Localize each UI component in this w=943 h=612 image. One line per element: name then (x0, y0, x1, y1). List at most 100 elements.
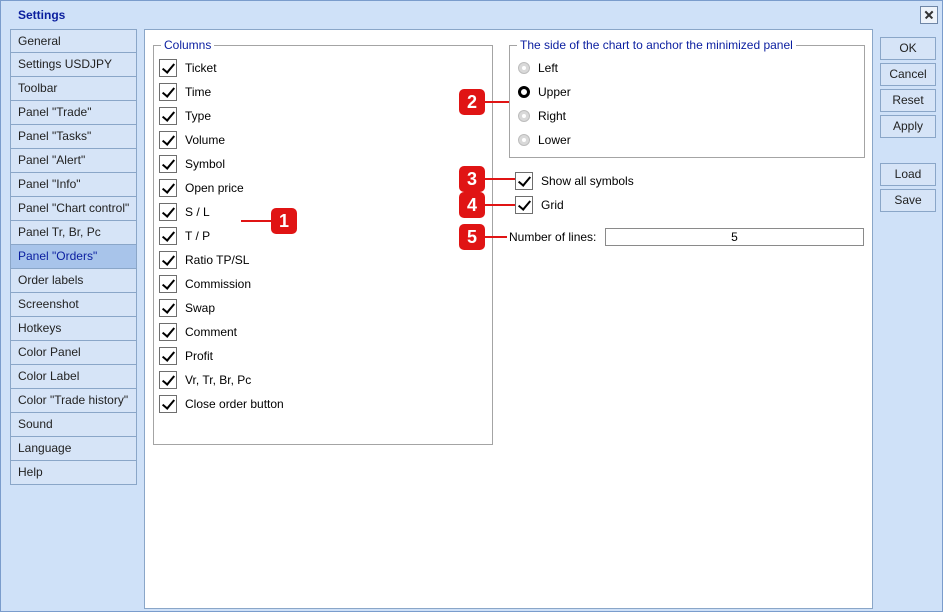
column-option[interactable]: Type (159, 106, 211, 126)
sidebar-item-panel-alert[interactable]: Panel "Alert" (10, 149, 137, 173)
settings-content: Columns The side of the chart to anchor … (144, 29, 873, 609)
marker-1-line (241, 220, 273, 222)
anchor-radio[interactable] (518, 62, 530, 74)
column-label: Close order button (185, 397, 284, 411)
column-option[interactable]: S / L (159, 202, 210, 222)
marker-5-badge: 5 (459, 224, 485, 250)
marker-2-badge: 2 (459, 89, 485, 115)
column-checkbox[interactable] (159, 179, 177, 197)
sidebar-item-help[interactable]: Help (10, 461, 137, 485)
column-label: Profit (185, 349, 214, 363)
column-checkbox[interactable] (159, 131, 177, 149)
grid-label: Grid (541, 198, 564, 212)
anchor-label: Right (538, 109, 567, 123)
apply-button[interactable]: Apply (880, 115, 936, 138)
anchor-radio[interactable] (518, 86, 530, 98)
column-checkbox[interactable] (159, 83, 177, 101)
anchor-radio[interactable] (518, 110, 530, 122)
settings-window: Settings General Settings USDJPY Toolbar… (0, 0, 943, 612)
column-label: T / P (185, 229, 211, 243)
anchor-radio[interactable] (518, 134, 530, 146)
column-checkbox[interactable] (159, 347, 177, 365)
sidebar-item-panel-tasks[interactable]: Panel "Tasks" (10, 125, 137, 149)
number-of-lines-input[interactable]: 5 (605, 228, 864, 246)
column-option[interactable]: Comment (159, 322, 237, 342)
sidebar-item-general[interactable]: General (10, 29, 137, 53)
column-checkbox[interactable] (159, 59, 177, 77)
column-checkbox[interactable] (159, 323, 177, 341)
marker-3-line (485, 178, 515, 180)
column-checkbox[interactable] (159, 275, 177, 293)
marker-4-badge: 4 (459, 192, 485, 218)
grid-checkbox[interactable] (515, 196, 533, 214)
show-all-symbols-option[interactable]: Show all symbols (515, 171, 634, 191)
marker-1-badge: 1 (271, 208, 297, 234)
sidebar-item-settings-usdjpy[interactable]: Settings USDJPY (10, 53, 137, 77)
sidebar-item-sound[interactable]: Sound (10, 413, 137, 437)
sidebar-item-panel-tr-br-pc[interactable]: Panel Tr, Br, Pc (10, 221, 137, 245)
sidebar-item-panel-orders[interactable]: Panel "Orders" (10, 245, 137, 269)
column-option[interactable]: Profit (159, 346, 213, 366)
save-button[interactable]: Save (880, 189, 936, 212)
column-label: Ratio TP/SL (185, 253, 250, 267)
column-option[interactable]: Ratio TP/SL (159, 250, 249, 270)
cancel-button[interactable]: Cancel (880, 63, 936, 86)
sidebar-item-color-label[interactable]: Color Label (10, 365, 137, 389)
column-label: Commission (185, 277, 252, 291)
close-icon[interactable] (920, 6, 938, 24)
column-checkbox[interactable] (159, 227, 177, 245)
column-label: Open price (185, 181, 244, 195)
column-option[interactable]: Volume (159, 130, 225, 150)
column-option[interactable]: Open price (159, 178, 244, 198)
load-button[interactable]: Load (880, 163, 936, 186)
marker-5-line (485, 236, 507, 238)
column-checkbox[interactable] (159, 299, 177, 317)
sidebar-item-hotkeys[interactable]: Hotkeys (10, 317, 137, 341)
marker-2-line (485, 101, 509, 103)
column-label: Volume (185, 133, 226, 147)
reset-button[interactable]: Reset (880, 89, 936, 112)
column-checkbox[interactable] (159, 371, 177, 389)
column-checkbox[interactable] (159, 155, 177, 173)
sidebar-item-screenshot[interactable]: Screenshot (10, 293, 137, 317)
column-label: Comment (185, 325, 238, 339)
column-label: Symbol (185, 157, 226, 171)
column-checkbox[interactable] (159, 203, 177, 221)
show-all-symbols-label: Show all symbols (541, 174, 634, 188)
sidebar-item-color-panel[interactable]: Color Panel (10, 341, 137, 365)
sidebar-item-language[interactable]: Language (10, 437, 137, 461)
column-label: Time (185, 85, 212, 99)
column-option[interactable]: Vr, Tr, Br, Pc (159, 370, 251, 390)
column-option[interactable]: Symbol (159, 154, 225, 174)
column-option[interactable]: Time (159, 82, 211, 102)
column-option[interactable]: Close order button (159, 394, 284, 414)
column-checkbox[interactable] (159, 251, 177, 269)
sidebar: General Settings USDJPY Toolbar Panel "T… (10, 29, 137, 485)
column-label: Type (185, 109, 212, 123)
column-label: Ticket (185, 61, 217, 75)
anchor-option[interactable]: Lower (518, 131, 571, 149)
anchor-label: Lower (538, 133, 571, 147)
anchor-option[interactable]: Left (518, 59, 558, 77)
sidebar-item-order-labels[interactable]: Order labels (10, 269, 137, 293)
anchor-option[interactable]: Right (518, 107, 566, 125)
window-title: Settings (18, 8, 66, 22)
anchor-label: Upper (538, 85, 571, 99)
sidebar-item-panel-trade[interactable]: Panel "Trade" (10, 101, 137, 125)
sidebar-item-color-trade-history[interactable]: Color "Trade history" (10, 389, 137, 413)
column-option[interactable]: T / P (159, 226, 210, 246)
column-checkbox[interactable] (159, 107, 177, 125)
ok-button[interactable]: OK (880, 37, 936, 60)
sidebar-item-panel-chart-control[interactable]: Panel "Chart control" (10, 197, 137, 221)
sidebar-item-panel-info[interactable]: Panel "Info" (10, 173, 137, 197)
show-all-symbols-checkbox[interactable] (515, 172, 533, 190)
column-option[interactable]: Ticket (159, 58, 217, 78)
column-checkbox[interactable] (159, 395, 177, 413)
number-of-lines-label: Number of lines: (509, 230, 597, 244)
column-option[interactable]: Commission (159, 274, 251, 294)
column-option[interactable]: Swap (159, 298, 215, 318)
anchor-option[interactable]: Upper (518, 83, 571, 101)
marker-3-badge: 3 (459, 166, 485, 192)
sidebar-item-toolbar[interactable]: Toolbar (10, 77, 137, 101)
grid-option[interactable]: Grid (515, 195, 564, 215)
